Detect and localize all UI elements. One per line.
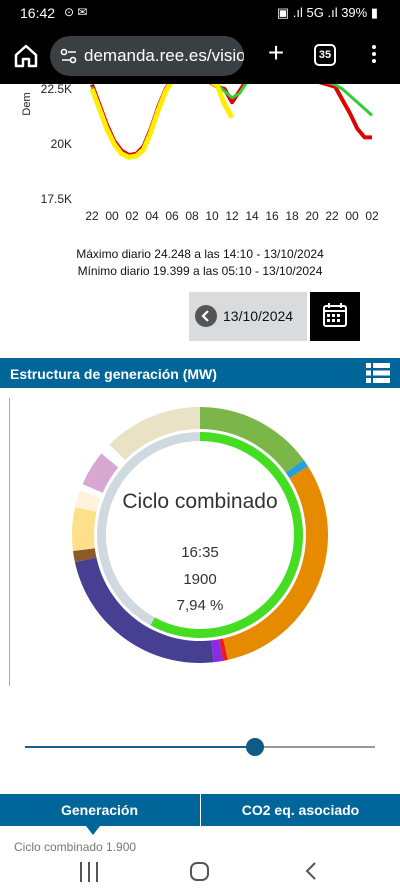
back-icon[interactable] <box>304 861 318 881</box>
time-slider-fill <box>25 746 255 748</box>
min-daily-text: Mínimo diario 19.399 a las 05:10 - 13/10… <box>77 264 323 278</box>
tab-generacion[interactable]: Generación <box>0 794 199 826</box>
donut-center-value: 1900 <box>183 571 217 588</box>
x-tick-label: 18 <box>285 209 299 223</box>
calendar-icon <box>323 303 347 327</box>
tab-bar: Generación CO2 eq. asociado <box>0 794 400 826</box>
home-icon[interactable] <box>12 42 40 70</box>
tab-co2[interactable]: CO2 eq. asociado <box>200 794 400 826</box>
x-tick-label: 22 <box>85 209 99 223</box>
status-right: ▣ .ıl 5G .ıl 39% ▮ <box>276 5 378 20</box>
browser-toolbar: demanda.ree.es/visio + 35 <box>0 28 400 84</box>
url-text: demanda.ree.es/visio <box>84 46 244 65</box>
x-tick-label: 00 <box>105 209 119 223</box>
android-nav-bar <box>0 852 400 894</box>
notification-icons: ⊙ ✉ <box>64 5 88 19</box>
max-daily-text: Máximo diario 24.248 a las 14:10 - 13/10… <box>76 247 324 261</box>
section-header: Estructura de generación (MW) <box>0 358 400 388</box>
x-tick-label: 20 <box>305 209 319 223</box>
list-view-icon[interactable] <box>366 362 390 384</box>
status-time: 16:42 <box>20 5 56 21</box>
x-tick-label: 06 <box>165 209 179 223</box>
address-bar[interactable]: demanda.ree.es/visio <box>50 36 244 76</box>
home-nav-icon[interactable] <box>190 862 209 881</box>
x-tick-label: 16 <box>265 209 279 223</box>
y-tick-label: 22.5K <box>41 84 72 96</box>
battery-label: 39% <box>341 5 368 20</box>
active-tab-indicator <box>86 826 100 835</box>
x-tick-label: 00 <box>345 209 359 223</box>
selected-date: 13/10/2024 <box>223 308 294 324</box>
status-bar: 16:42 ⊙ ✉ ▣ .ıl 5G .ıl 39% ▮ <box>0 0 400 28</box>
series-line <box>90 84 372 157</box>
recent-apps-icon[interactable] <box>80 862 98 882</box>
donut-center-title: Ciclo combinado <box>122 490 278 513</box>
donut-center-percent: 7,94 % <box>176 597 224 614</box>
y-tick-label: 20K <box>51 137 72 151</box>
x-tick-label: 10 <box>205 209 219 223</box>
series-line <box>90 84 373 158</box>
new-tab-icon[interactable]: + <box>262 39 290 68</box>
y-axis-label: Dem <box>21 92 33 115</box>
x-tick-label: 08 <box>185 209 199 223</box>
demand-chart: 22.5K 20K 17.5K Dem 22 00 02 04 06 08 10 12 14 16 18 20… <box>21 84 379 223</box>
x-tick-label: 02 <box>365 209 379 223</box>
section-title: Estructura de generación (MW) <box>10 366 217 382</box>
series-line <box>89 84 235 160</box>
site-settings-icon[interactable] <box>60 48 78 69</box>
time-slider-thumb[interactable] <box>245 738 264 756</box>
network-label: 5G <box>306 5 324 20</box>
more-menu-icon[interactable] <box>366 42 382 70</box>
donut-center-time: 16:35 <box>181 544 219 561</box>
tab-count-button[interactable]: 35 <box>314 44 336 66</box>
x-tick-label: 04 <box>145 209 159 223</box>
calendar-button[interactable] <box>310 292 360 341</box>
generation-donut <box>72 407 329 663</box>
daily-stats: Máximo diario 24.248 a las 14:10 - 13/10… <box>0 246 400 280</box>
x-tick-label: 02 <box>125 209 139 223</box>
outer-segment[interactable] <box>72 507 97 552</box>
date-selector: 13/10/2024 <box>189 292 307 341</box>
x-tick-label: 22 <box>325 209 339 223</box>
y-tick-label: 17.5K <box>41 192 72 206</box>
x-tick-label: 12 <box>225 209 239 223</box>
x-tick-label: 14 <box>245 209 259 223</box>
previous-day-button[interactable] <box>195 305 217 327</box>
chevron-left-icon <box>201 310 209 322</box>
